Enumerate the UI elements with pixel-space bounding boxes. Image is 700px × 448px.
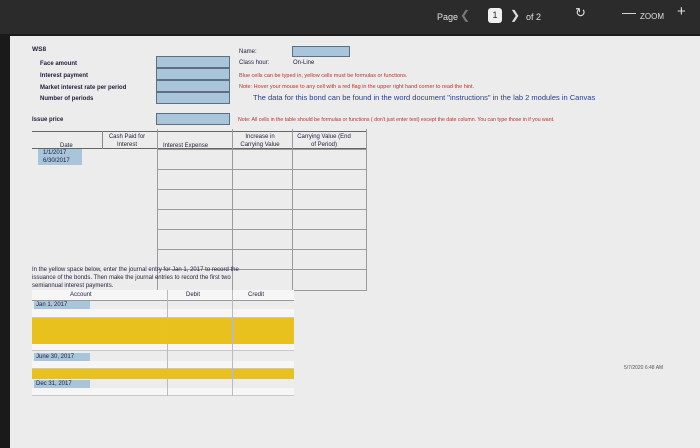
journal-header-credit: Credit (248, 292, 265, 298)
chevron-left-icon[interactable]: ❮ (460, 9, 470, 21)
page-count: of 2 (526, 12, 542, 22)
journal-divider (167, 290, 168, 396)
rotate-icon[interactable]: ↻ (575, 6, 586, 19)
journal-row[interactable] (32, 361, 294, 369)
face-amount-input[interactable] (156, 56, 230, 68)
current-page-input[interactable]: 1 (488, 8, 502, 23)
issue-price-input[interactable] (156, 113, 230, 125)
hover-note: Note: Hover your mouse to any cell with … (239, 84, 475, 90)
journal-date-3: Dec 31, 2017 (36, 381, 72, 387)
journal-header-account: Account (70, 292, 92, 298)
name-input[interactable] (292, 46, 350, 57)
plus-icon[interactable]: + (677, 4, 686, 19)
formula-note: Note: All cells in the table should be f… (238, 117, 555, 123)
market-rate-input[interactable] (156, 80, 230, 92)
journal-entry-yellow-1[interactable] (32, 318, 294, 344)
worksheet-id: WS8 (32, 46, 47, 53)
journal-note-line-2: issuance of the bonds. Then make the jou… (32, 275, 231, 281)
label-num-periods: Number of periods (40, 96, 94, 102)
journal-header-debit: Debit (186, 292, 201, 298)
page-label: Page (437, 12, 459, 22)
blue-cells-note: Blue cells can be typed in, yellow cells… (239, 73, 408, 79)
journal-divider (232, 290, 233, 396)
label-interest-payment: Interest payment (40, 73, 89, 79)
document-page: WS8 Face amount Interest payment Market … (10, 36, 700, 448)
minus-icon[interactable]: — (622, 5, 636, 19)
zoom-label: ZOOM (640, 12, 664, 21)
class-hour-value: On-Line (293, 60, 315, 66)
interest-payment-input[interactable] (156, 68, 230, 80)
class-hour-label: Class hour: (239, 60, 270, 66)
journal-row[interactable] (32, 309, 294, 318)
journal-entry-yellow-2[interactable] (32, 369, 294, 379)
date-2: 6/30/2017 (43, 158, 70, 164)
pdf-toolbar: Page ❮ 1 ❯ of 2 ↻ — ZOOM + (0, 0, 700, 34)
chevron-right-icon[interactable]: ❯ (510, 9, 520, 21)
journal-note-line-1: In the yellow space below, enter the jou… (32, 267, 239, 273)
header-cash-paid: Cash Paid for Interest (108, 134, 146, 148)
journal-row[interactable] (32, 388, 294, 396)
journal-row[interactable] (32, 344, 294, 351)
header-divider (102, 131, 103, 149)
date-1: 1/1/2017 (43, 150, 67, 156)
label-issue-price: Issue price (32, 117, 64, 123)
timestamp: 5/7/2020 6:48 AM (624, 365, 664, 371)
worksheet: WS8 Face amount Interest payment Market … (10, 36, 700, 448)
instructions-note: The data for this bond can be found in t… (253, 93, 596, 102)
journal-note-line-3: semiannual interest payments. (32, 283, 114, 289)
journal-date-1: Jan 1, 2017 (36, 302, 68, 308)
label-market-rate: Market interest rate per period (40, 85, 127, 91)
label-face-amount: Face amount (40, 61, 78, 67)
name-label: Name: (239, 49, 257, 55)
journal-date-2: June 30, 2017 (36, 354, 75, 360)
num-periods-input[interactable] (156, 92, 230, 104)
